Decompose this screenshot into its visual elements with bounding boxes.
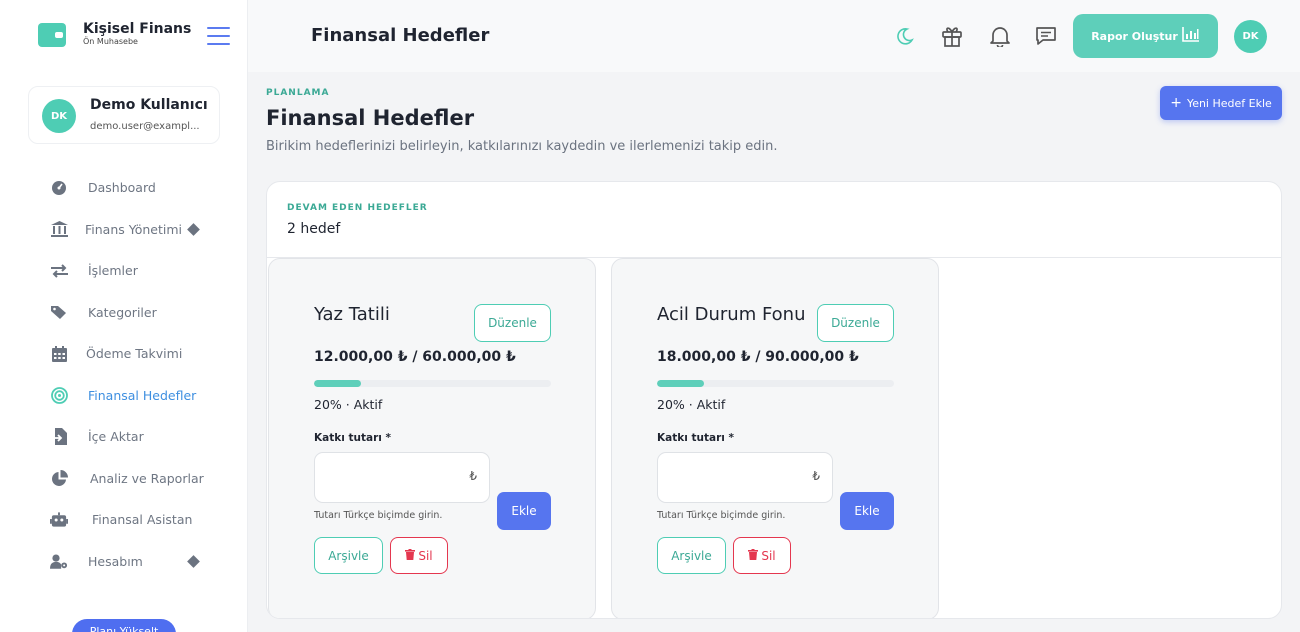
sidebar: Kişisel Finans Ön Muhasebe DK Demo Kulla… — [0, 0, 248, 632]
goal-amount: 12.000,00 ₺ / 60.000,00 ₺ — [314, 349, 516, 365]
moon-icon[interactable] — [893, 24, 917, 48]
sidebar-item-label: Hesabım — [88, 553, 143, 569]
sidebar-item-label: Ödeme Takvimi — [86, 346, 183, 362]
edit-goal-button[interactable]: Düzenle — [817, 304, 894, 342]
contribution-input[interactable]: ₺ — [314, 452, 490, 503]
goal-progress-fill — [314, 380, 362, 387]
goal-progress-fill — [657, 380, 705, 387]
contribution-label: Katkı tutarı * — [657, 432, 735, 444]
page-title: Finansal Hedefler — [266, 106, 475, 130]
sidebar-nav: Dashboard Finans Yönetimi İşlemler Kateg… — [0, 167, 248, 582]
lira-icon: ₺ — [812, 469, 820, 483]
avatar: DK — [42, 99, 76, 133]
sidebar-item-finansal-asistan[interactable]: Finansal Asistan — [0, 499, 248, 541]
panel-eyebrow: DEVAM EDEN HEDEFLER — [287, 203, 428, 213]
calendar-icon — [50, 345, 68, 363]
brand[interactable]: Kişisel Finans Ön Muhasebe — [38, 22, 191, 47]
page-subtitle: Birikim hedeflerinizi belirleyin, katkıl… — [266, 139, 778, 154]
goal-name: Yaz Tatili — [314, 304, 390, 325]
bar-chart-icon — [1181, 27, 1200, 45]
menu-toggle-icon[interactable] — [207, 27, 230, 45]
bell-icon[interactable] — [988, 24, 1012, 48]
trash-icon — [748, 548, 759, 563]
sidebar-item-finans-yonetimi[interactable]: Finans Yönetimi — [0, 209, 248, 251]
goal-progress-bar — [657, 380, 894, 387]
sidebar-item-label: Kategoriler — [88, 304, 157, 320]
archive-goal-button[interactable]: Arşivle — [314, 537, 383, 574]
sidebar-item-analiz-raporlar[interactable]: Analiz ve Raporlar — [0, 458, 248, 500]
sidebar-item-islemler[interactable]: İşlemler — [0, 250, 248, 292]
exchange-icon — [50, 262, 68, 280]
brand-title: Kişisel Finans — [83, 21, 192, 37]
delete-label: Sil — [418, 548, 433, 563]
goal-status: 20% · Aktif — [657, 397, 726, 412]
sidebar-item-label: Finans Yönetimi — [85, 221, 183, 237]
contribution-hint: Tutarı Türkçe biçimde girin. — [657, 510, 786, 521]
sidebar-item-odeme-takvimi[interactable]: Ödeme Takvimi — [0, 333, 248, 375]
archive-goal-button[interactable]: Arşivle — [657, 537, 726, 574]
add-contribution-button[interactable]: Ekle — [497, 492, 551, 530]
create-report-label: Rapor Oluştur — [1091, 29, 1178, 43]
delete-goal-button[interactable]: Sil — [390, 537, 448, 574]
sidebar-item-ice-aktar[interactable]: İçe Aktar — [0, 416, 248, 458]
robot-icon — [50, 511, 68, 529]
sidebar-item-label: Finansal Asistan — [92, 512, 193, 528]
goal-name: Acil Durum Fonu — [657, 304, 806, 325]
delete-label: Sil — [761, 548, 776, 563]
user-name: Demo Kullanıcı — [90, 97, 208, 113]
plus-icon: + — [1170, 95, 1182, 111]
user-settings-icon — [50, 552, 68, 570]
trash-icon — [405, 548, 416, 563]
user-email: demo.user@exampl... — [90, 121, 200, 132]
sidebar-item-label: Dashboard — [88, 180, 156, 196]
contribution-hint: Tutarı Türkçe biçimde girin. — [314, 510, 443, 521]
sidebar-item-dashboard[interactable]: Dashboard — [0, 167, 248, 209]
add-goal-button[interactable]: + Yeni Hedef Ekle — [1160, 86, 1282, 120]
sidebar-item-label: Finansal Hedefler — [88, 387, 197, 403]
import-icon — [50, 428, 68, 446]
chat-icon[interactable] — [1034, 24, 1058, 48]
header-avatar[interactable]: DK — [1234, 20, 1267, 53]
topbar: Finansal Hedefler Rapor Oluştur DK — [248, 0, 1300, 72]
goal-amount: 18.000,00 ₺ / 90.000,00 ₺ — [657, 349, 859, 365]
lira-icon: ₺ — [469, 469, 477, 483]
target-icon — [50, 386, 68, 404]
add-goal-label: Yeni Hedef Ekle — [1186, 96, 1272, 110]
upgrade-plan-button[interactable]: Planı Yükselt — [72, 619, 176, 632]
add-contribution-button[interactable]: Ekle — [840, 492, 894, 530]
create-report-button[interactable]: Rapor Oluştur — [1073, 14, 1218, 58]
tags-icon — [50, 303, 68, 321]
page-eyebrow: PLANLAMA — [266, 88, 330, 98]
brand-subtitle: Ön Muhasebe — [83, 37, 138, 46]
gauge-icon — [50, 179, 68, 197]
pie-chart-icon — [50, 469, 68, 487]
goal-progress-bar — [314, 380, 551, 387]
contribution-input[interactable]: ₺ — [657, 452, 833, 503]
sidebar-item-label: İçe Aktar — [88, 429, 144, 445]
gift-icon[interactable] — [940, 24, 964, 48]
sidebar-item-label: İşlemler — [88, 263, 138, 279]
edit-goal-button[interactable]: Düzenle — [474, 304, 551, 342]
goals-panel: DEVAM EDEN HEDEFLER 2 hedef Yaz Tatili D… — [266, 181, 1282, 619]
bank-icon — [50, 220, 68, 238]
wallet-icon — [38, 22, 66, 47]
expand-diamond-icon[interactable] — [187, 554, 200, 568]
goal-card: Yaz Tatili Düzenle 12.000,00 ₺ / 60.000,… — [268, 258, 596, 618]
delete-goal-button[interactable]: Sil — [733, 537, 791, 574]
goal-card: Acil Durum Fonu Düzenle 18.000,00 ₺ / 90… — [611, 258, 939, 618]
page-heading: Finansal Hedefler — [311, 25, 490, 46]
expand-diamond-icon[interactable] — [187, 222, 200, 236]
sidebar-item-hesabim[interactable]: Hesabım — [0, 541, 248, 583]
user-card[interactable]: DK Demo Kullanıcı demo.user@exampl... — [28, 86, 220, 144]
contribution-label: Katkı tutarı * — [314, 432, 392, 444]
goal-status: 20% · Aktif — [314, 397, 383, 412]
sidebar-item-finansal-hedefler[interactable]: Finansal Hedefler — [0, 375, 248, 417]
sidebar-item-label: Analiz ve Raporlar — [90, 470, 204, 486]
sidebar-item-kategoriler[interactable]: Kategoriler — [0, 292, 248, 334]
goal-count: 2 hedef — [287, 221, 341, 237]
